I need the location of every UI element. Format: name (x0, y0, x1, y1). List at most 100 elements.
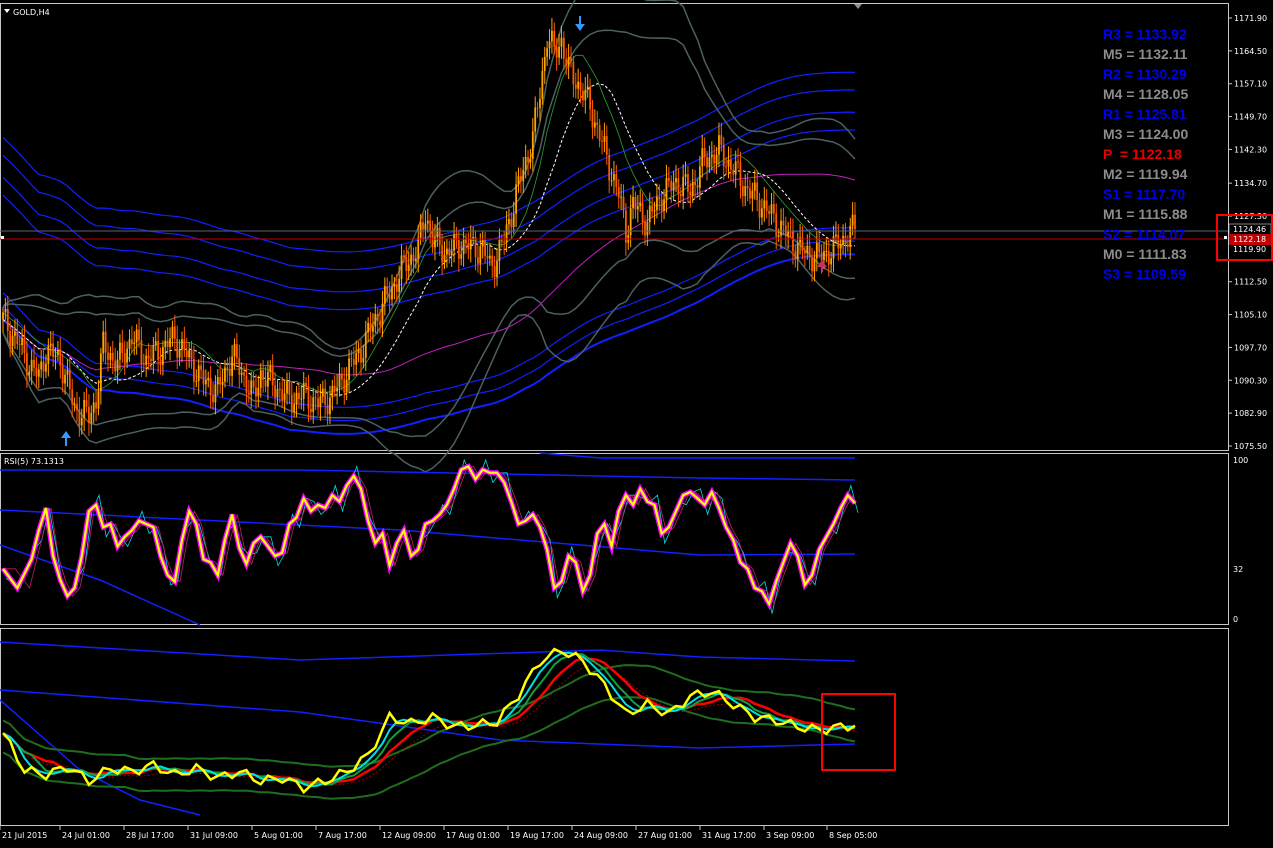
pivot-level-label: S3 = 1109.59 (1103, 266, 1186, 282)
candle-body (52, 343, 55, 357)
candle-body (324, 388, 327, 405)
candle-body (369, 322, 372, 332)
candle-body (262, 370, 265, 380)
candle-body (21, 337, 23, 346)
candle-body (718, 135, 720, 155)
candle-body (734, 161, 737, 175)
pivot-level-label: M0 = 1111.83 (1103, 246, 1187, 262)
candle-body (729, 159, 732, 170)
candle-body (598, 124, 601, 141)
candle-body (720, 135, 723, 145)
candle-body (243, 372, 245, 376)
candle-body (493, 265, 496, 278)
candle-body (672, 182, 675, 191)
candle-body (64, 374, 66, 384)
candle-body (224, 367, 226, 382)
candle-body (722, 144, 725, 167)
current-price-label: 1124.46 (1233, 225, 1266, 234)
pivot-level-label: M4 = 1128.05 (1103, 86, 1188, 102)
candle-body (33, 359, 35, 368)
candle-body (539, 98, 541, 108)
candle-body (345, 380, 348, 393)
candle-body (298, 392, 300, 399)
candle-body (582, 90, 584, 101)
candle-body (350, 358, 353, 360)
candle-body (99, 353, 102, 392)
candle-body (713, 154, 716, 164)
candle-body (171, 326, 174, 339)
candle-body (88, 406, 90, 423)
candle-body (274, 385, 276, 398)
time-tick-label: 31 Aug 17:00 (702, 831, 756, 840)
candle-body (209, 377, 212, 396)
candle-body (364, 332, 367, 358)
candle-body (321, 388, 324, 397)
candle-body (641, 202, 644, 222)
candle-body (422, 222, 424, 230)
candle-body (123, 352, 126, 363)
candle-body (772, 204, 775, 214)
candle-body (83, 400, 86, 418)
time-tick-label: 31 Jul 09:00 (190, 831, 238, 840)
candle-body (820, 252, 823, 261)
pivot-level-label: S1 = 1117.70 (1103, 186, 1185, 202)
time-tick-label: 17 Aug 01:00 (446, 831, 500, 840)
candle-body (219, 377, 222, 385)
candle-body (18, 343, 21, 346)
candle-body (632, 196, 634, 209)
pivot-level-label: R1 = 1125.81 (1103, 106, 1187, 122)
candle-body (130, 339, 133, 345)
candle-body (412, 254, 415, 262)
candle-body (770, 204, 773, 214)
candle-body (383, 286, 386, 304)
low-price-label: 1119.90 (1233, 245, 1266, 254)
candle-body (472, 237, 475, 239)
candle-body (255, 387, 257, 397)
candle-body (59, 350, 62, 366)
candle-body (395, 284, 398, 292)
candle-body (739, 162, 742, 187)
candle-body (348, 358, 350, 381)
candle-body (741, 186, 744, 197)
candle-body (749, 188, 751, 199)
candle-body (811, 257, 813, 272)
candle-body (173, 326, 176, 339)
candle-body (197, 365, 200, 382)
candle-body (830, 258, 833, 265)
pivot-level-label: S2 = 1114.07 (1103, 226, 1185, 242)
candle-body (133, 342, 136, 345)
candle-body (16, 331, 19, 344)
candle-body (286, 381, 288, 394)
candle-body (111, 352, 114, 361)
candle-body (92, 402, 95, 413)
candle-body (677, 178, 680, 195)
candle-body (849, 225, 852, 247)
symbol-title: GOLD,H4 (13, 8, 50, 17)
candle-body (689, 191, 692, 196)
candle-body (517, 176, 520, 185)
candle-body (142, 363, 145, 365)
candle-body (761, 208, 763, 218)
candle-body (803, 251, 806, 254)
candle-body (9, 330, 12, 347)
candle-body (388, 294, 391, 300)
candle-body (453, 234, 455, 251)
candle-body (2, 312, 4, 320)
candle-body (653, 210, 656, 212)
candle-body (448, 248, 451, 256)
candle-body (25, 352, 28, 376)
candle-body (679, 194, 682, 197)
rsi-tick-0: 0 (1233, 615, 1238, 624)
candle-body (68, 369, 71, 390)
candle-body (221, 381, 224, 385)
candle-body (37, 369, 40, 377)
candle-body (102, 331, 105, 354)
price-marker (1224, 236, 1227, 239)
price-tick-label: 1164.50 (1234, 47, 1267, 56)
candle-body (524, 156, 527, 170)
candle-body (522, 169, 525, 182)
candle-body (97, 391, 100, 409)
candle-body (207, 377, 210, 381)
candle-body (240, 372, 243, 375)
candle-body (166, 340, 169, 348)
